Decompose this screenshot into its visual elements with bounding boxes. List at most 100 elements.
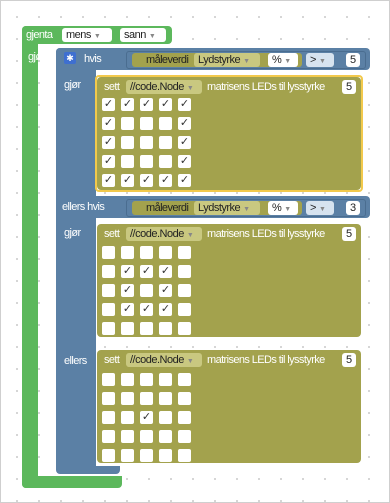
chevron-down-icon: ▼ <box>284 58 291 65</box>
led-cell-on[interactable]: ✓ <box>178 174 191 187</box>
led-cell-off[interactable] <box>140 136 153 149</box>
led-cell-off[interactable] <box>178 322 191 335</box>
led-cell-off[interactable] <box>121 155 134 168</box>
led-cell-on[interactable]: ✓ <box>140 411 153 424</box>
led-cell-on[interactable]: ✓ <box>121 174 134 187</box>
led-cell-off[interactable] <box>159 246 172 259</box>
loop-mode-dropdown[interactable]: mens ▼ <box>62 28 112 42</box>
led-cell-on[interactable]: ✓ <box>159 303 172 316</box>
led-cell-off[interactable] <box>102 449 115 462</box>
led-cell-on[interactable]: ✓ <box>159 98 172 111</box>
led-cell-off[interactable] <box>159 411 172 424</box>
led-cell-off[interactable] <box>140 246 153 259</box>
led-cell-off[interactable] <box>178 265 191 278</box>
led-cell-on[interactable]: ✓ <box>102 174 115 187</box>
led-cell-off[interactable] <box>159 136 172 149</box>
led-cell-off[interactable] <box>121 449 134 462</box>
led-cell-on[interactable]: ✓ <box>178 117 191 130</box>
led-cell-on[interactable]: ✓ <box>102 155 115 168</box>
unit-dropdown-1[interactable]: % ▼ <box>268 53 298 67</box>
sensor-dropdown-1[interactable]: Lydstyrke ▼ <box>194 53 260 67</box>
operator-dropdown-1[interactable]: > ▼ <box>306 53 334 67</box>
led-cell-off[interactable] <box>178 392 191 405</box>
led-cell-off[interactable] <box>159 392 172 405</box>
led-cell-off[interactable] <box>159 430 172 443</box>
threshold-input-2[interactable]: 3 <box>346 201 360 215</box>
led-cell-off[interactable] <box>178 373 191 386</box>
led-cell-on[interactable]: ✓ <box>121 303 134 316</box>
led-cell-off[interactable] <box>121 117 134 130</box>
led-cell-off[interactable] <box>140 449 153 462</box>
loop-bottom[interactable] <box>22 476 122 488</box>
led-cell-on[interactable]: ✓ <box>159 265 172 278</box>
led-cell-off[interactable] <box>159 117 172 130</box>
if-bottom[interactable] <box>56 466 120 474</box>
led-cell-on[interactable]: ✓ <box>121 284 134 297</box>
target-dropdown-3[interactable]: //code.Node ▼ <box>126 353 202 367</box>
operator-dropdown-2[interactable]: > ▼ <box>306 201 334 215</box>
led-cell-off[interactable] <box>140 392 153 405</box>
led-cell-on[interactable]: ✓ <box>121 98 134 111</box>
led-cell-off[interactable] <box>178 449 191 462</box>
led-cell-off[interactable] <box>102 411 115 424</box>
led-cell-off[interactable] <box>102 303 115 316</box>
led-cell-on[interactable]: ✓ <box>102 136 115 149</box>
led-cell-off[interactable] <box>102 322 115 335</box>
led-cell-off[interactable] <box>121 392 134 405</box>
led-cell-off[interactable] <box>121 373 134 386</box>
led-cell-on[interactable]: ✓ <box>178 155 191 168</box>
led-cell-off[interactable] <box>140 373 153 386</box>
sensor-value-1: Lydstyrke <box>198 54 241 66</box>
led-cell-off[interactable] <box>102 430 115 443</box>
threshold-input-1[interactable]: 5 <box>346 53 360 67</box>
sensor-dropdown-2[interactable]: Lydstyrke ▼ <box>194 201 260 215</box>
led-cell-off[interactable] <box>140 322 153 335</box>
led-cell-off[interactable] <box>121 136 134 149</box>
set-label-3: sett <box>104 354 120 366</box>
led-cell-off[interactable] <box>178 411 191 424</box>
unit-dropdown-2[interactable]: % ▼ <box>268 201 298 215</box>
led-cell-off[interactable] <box>140 430 153 443</box>
target-dropdown-1[interactable]: //code.Node ▼ <box>126 80 202 94</box>
led-cell-on[interactable]: ✓ <box>140 265 153 278</box>
led-cell-off[interactable] <box>159 322 172 335</box>
led-cell-off[interactable] <box>121 430 134 443</box>
led-cell-off[interactable] <box>102 373 115 386</box>
led-cell-off[interactable] <box>159 449 172 462</box>
brightness-input-3[interactable]: 5 <box>342 353 356 367</box>
led-cell-off[interactable] <box>178 246 191 259</box>
brightness-input-2[interactable]: 5 <box>342 227 356 241</box>
target-dropdown-2[interactable]: //code.Node ▼ <box>126 227 202 241</box>
led-cell-off[interactable] <box>102 246 115 259</box>
led-cell-off[interactable] <box>178 430 191 443</box>
if-block-spine[interactable] <box>56 48 96 472</box>
led-cell-on[interactable]: ✓ <box>102 117 115 130</box>
led-cell-on[interactable]: ✓ <box>102 98 115 111</box>
led-cell-on[interactable]: ✓ <box>140 98 153 111</box>
led-cell-off[interactable] <box>121 322 134 335</box>
led-cell-on[interactable]: ✓ <box>121 265 134 278</box>
led-cell-off[interactable] <box>121 411 134 424</box>
led-cell-off[interactable] <box>102 284 115 297</box>
led-cell-off[interactable] <box>140 117 153 130</box>
loop-value-dropdown[interactable]: sann ▼ <box>120 28 166 42</box>
led-cell-on[interactable]: ✓ <box>178 136 191 149</box>
gear-icon[interactable]: ✱ <box>64 52 76 64</box>
led-cell-on[interactable]: ✓ <box>159 284 172 297</box>
led-cell-off[interactable] <box>102 392 115 405</box>
led-cell-on[interactable]: ✓ <box>140 303 153 316</box>
brightness-input-1[interactable]: 5 <box>342 80 356 94</box>
chevron-down-icon: ▼ <box>243 206 250 213</box>
led-cell-on[interactable]: ✓ <box>178 98 191 111</box>
led-cell-off[interactable] <box>159 155 172 168</box>
led-cell-off[interactable] <box>102 265 115 278</box>
loop-block[interactable] <box>22 26 38 488</box>
led-cell-on[interactable]: ✓ <box>140 174 153 187</box>
led-cell-on[interactable]: ✓ <box>159 174 172 187</box>
led-cell-off[interactable] <box>121 246 134 259</box>
led-cell-off[interactable] <box>159 373 172 386</box>
led-cell-off[interactable] <box>178 303 191 316</box>
led-cell-off[interactable] <box>140 284 153 297</box>
led-cell-off[interactable] <box>178 284 191 297</box>
led-cell-off[interactable] <box>140 155 153 168</box>
